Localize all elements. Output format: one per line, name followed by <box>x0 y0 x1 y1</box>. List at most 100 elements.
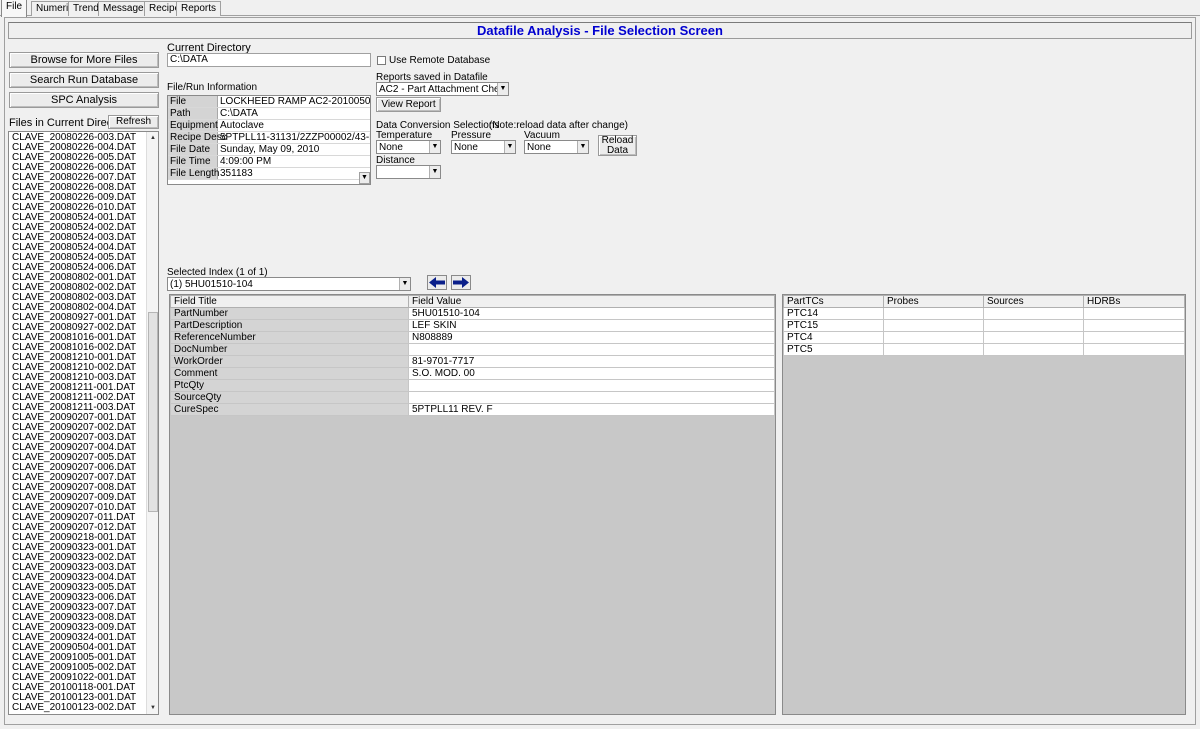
scroll-up-icon[interactable]: ▲ <box>147 133 158 143</box>
browse-files-button[interactable]: Browse for More Files <box>9 52 159 68</box>
tc-cell[interactable]: PTC14 <box>783 307 884 320</box>
field-title-cell[interactable]: Comment <box>170 367 409 380</box>
use-remote-database-checkbox[interactable] <box>377 56 386 65</box>
info-row: File Length 351183 <box>168 168 370 180</box>
field-title-cell[interactable]: CureSpec <box>170 403 409 416</box>
tc-cell[interactable]: PTC5 <box>783 343 884 356</box>
file-list-scrollbar[interactable]: ▲ ▼ <box>146 132 158 714</box>
info-dropdown-icon[interactable]: ▼ <box>359 172 370 184</box>
field-value-cell[interactable] <box>408 379 775 392</box>
info-key: Path <box>168 108 218 119</box>
next-index-button[interactable] <box>451 275 471 290</box>
field-value-cell[interactable]: 5HU01510-104 <box>408 307 775 320</box>
info-key: File Date <box>168 144 218 155</box>
field-title-cell[interactable]: SourceQty <box>170 391 409 404</box>
field-title-cell[interactable]: PtcQty <box>170 379 409 392</box>
tab-file[interactable]: File <box>1 0 28 17</box>
file-list[interactable]: CLAVE_20080226-003.DAT CLAVE_20080226-004… <box>8 131 159 715</box>
info-key: File Time <box>168 156 218 167</box>
info-row: FileLOCKHEED RAMP AC2-20100503-001 <box>168 96 370 108</box>
tc-cell[interactable]: PTC4 <box>783 331 884 344</box>
table-row[interactable]: PtcQty <box>170 379 775 392</box>
distance-select[interactable]: ▼ <box>376 165 441 179</box>
table-row[interactable]: ReferenceNumber N808889 <box>170 331 775 344</box>
use-remote-database-label: Use Remote Database <box>389 55 491 66</box>
tc-header-hdrbs[interactable]: HDRBs <box>1083 295 1185 308</box>
temperature-select[interactable]: None ▼ <box>376 140 441 154</box>
table-row[interactable]: PTC5 <box>783 343 1185 356</box>
thermocouple-table[interactable]: PartTCs Probes Sources HDRBs PTC14 PTC15 P… <box>782 294 1186 715</box>
reload-data-button[interactable]: Reload Data <box>598 135 637 156</box>
info-row: Recipe Desc5PTPLL11-31131/2ZZP00002/43-F… <box>168 132 370 144</box>
table-row[interactable]: PartNumber 5HU01510-104 <box>170 307 775 320</box>
info-value: 4:09:00 PM <box>220 156 272 167</box>
tc-cell[interactable] <box>1083 343 1185 356</box>
table-row[interactable]: PTC4 <box>783 331 1185 344</box>
tc-header-sources[interactable]: Sources <box>983 295 1084 308</box>
table-row[interactable]: CureSpec 5PTPLL11 REV. F <box>170 403 775 416</box>
current-directory-field[interactable]: C:\DATA <box>167 53 371 67</box>
table-row[interactable]: SourceQty <box>170 391 775 404</box>
refresh-button[interactable]: Refresh <box>108 115 159 129</box>
info-value: C:\DATA <box>220 108 258 119</box>
tc-cell[interactable] <box>983 319 1084 332</box>
search-run-database-button[interactable]: Search Run Database <box>9 72 159 88</box>
tc-cell[interactable] <box>983 307 1084 320</box>
table-row[interactable]: Comment S.O. MOD. 00 <box>170 367 775 380</box>
tc-cell[interactable] <box>1083 307 1185 320</box>
fields-header-value[interactable]: Field Value <box>408 295 775 308</box>
info-value: Autoclave <box>220 120 264 131</box>
chevron-down-icon: ▼ <box>577 141 588 153</box>
scroll-thumb[interactable] <box>148 312 158 512</box>
info-row: Equipment Autoclave <box>168 120 370 132</box>
fields-table[interactable]: Field Title Field Value PartNumber 5HU015… <box>169 294 776 715</box>
field-title-cell[interactable]: PartDescription <box>170 319 409 332</box>
field-value-cell[interactable] <box>408 343 775 356</box>
scroll-down-icon[interactable]: ▼ <box>147 703 158 713</box>
field-value-cell[interactable]: N808889 <box>408 331 775 344</box>
temperature-select-value: None <box>379 142 403 153</box>
title-bar: Datafile Analysis - File Selection Scree… <box>8 22 1192 39</box>
field-title-cell[interactable]: PartNumber <box>170 307 409 320</box>
tc-cell[interactable] <box>883 319 984 332</box>
chevron-down-icon: ▼ <box>497 83 508 95</box>
field-value-cell[interactable] <box>408 391 775 404</box>
field-value-cell[interactable]: S.O. MOD. 00 <box>408 367 775 380</box>
tc-cell[interactable] <box>1083 319 1185 332</box>
table-row[interactable]: WorkOrder 81-9701-7717 <box>170 355 775 368</box>
field-title-cell[interactable]: DocNumber <box>170 343 409 356</box>
field-title-cell[interactable]: WorkOrder <box>170 355 409 368</box>
spc-analysis-button[interactable]: SPC Analysis <box>9 92 159 108</box>
tc-cell[interactable] <box>1083 331 1185 344</box>
file-run-info-grid: FileLOCKHEED RAMP AC2-20100503-001PathC:… <box>167 95 371 185</box>
info-row: File Time 4:09:00 PM <box>168 156 370 168</box>
tc-cell[interactable] <box>983 331 1084 344</box>
table-row[interactable]: DocNumber <box>170 343 775 356</box>
info-key: Equipment <box>168 120 218 131</box>
pressure-select[interactable]: None ▼ <box>451 140 516 154</box>
field-title-cell[interactable]: ReferenceNumber <box>170 331 409 344</box>
tab-reports[interactable]: Reports <box>176 1 222 16</box>
tc-cell[interactable] <box>883 343 984 356</box>
tc-header-parttcs[interactable]: PartTCs <box>783 295 884 308</box>
table-row[interactable]: PTC14 <box>783 307 1185 320</box>
reports-select[interactable]: AC2 - Part Attachment Check ▼ <box>376 82 509 96</box>
table-row[interactable]: PTC15 <box>783 319 1185 332</box>
tc-header-probes[interactable]: Probes <box>883 295 984 308</box>
table-row[interactable]: PartDescription LEF SKIN <box>170 319 775 332</box>
field-value-cell[interactable]: LEF SKIN <box>408 319 775 332</box>
file-run-info-label: File/Run Information <box>167 82 258 93</box>
view-report-button[interactable]: View Report <box>376 97 441 112</box>
info-value: 5PTPLL11-31131/2ZZP00002/43-F35-02 <box>220 132 370 143</box>
prev-index-button[interactable] <box>427 275 447 290</box>
tc-cell[interactable] <box>883 331 984 344</box>
tc-cell[interactable]: PTC15 <box>783 319 884 332</box>
fields-header-title[interactable]: Field Title <box>170 295 409 308</box>
tc-cell[interactable] <box>983 343 1084 356</box>
field-value-cell[interactable]: 81-9701-7717 <box>408 355 775 368</box>
vacuum-select[interactable]: None ▼ <box>524 140 589 154</box>
file-list-item[interactable]: CLAVE_20100123-002.DAT <box>9 703 147 713</box>
field-value-cell[interactable]: 5PTPLL11 REV. F <box>408 403 775 416</box>
tc-cell[interactable] <box>883 307 984 320</box>
selected-index-select[interactable]: (1) 5HU01510-104 ▼ <box>167 277 411 291</box>
